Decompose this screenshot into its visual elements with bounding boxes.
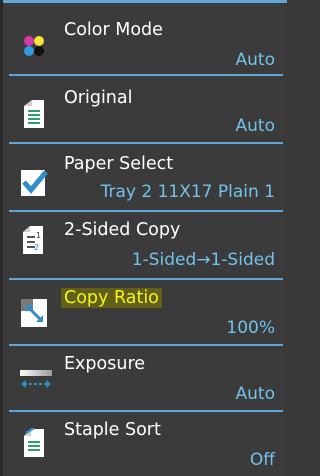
color-mode-label: Color Mode — [64, 20, 163, 40]
copy-ratio-value: 100% — [226, 318, 275, 338]
menu-item-original[interactable]: Original Auto — [9, 78, 283, 144]
top-divider — [3, 0, 287, 3]
svg-text:1: 1 — [36, 231, 41, 240]
original-label: Original — [64, 88, 133, 108]
exposure-icon — [20, 364, 52, 394]
menu-item-exposure[interactable]: Exposure Auto — [9, 348, 283, 412]
staple-sort-icon — [20, 426, 48, 458]
menu-item-color-mode[interactable]: Color Mode Auto — [9, 8, 283, 76]
two-sided-copy-value: 1-Sided→1-Sided — [131, 250, 275, 270]
svg-text:2: 2 — [34, 243, 39, 252]
copy-ratio-icon — [20, 298, 48, 328]
staple-sort-value: Off — [249, 450, 275, 470]
exposure-value: Auto — [235, 384, 275, 404]
menu-item-copy-ratio[interactable]: Copy Ratio 100% — [9, 282, 283, 346]
two-sided-copy-icon: 1 2 — [20, 226, 48, 256]
original-document-icon — [20, 100, 48, 130]
exposure-label: Exposure — [64, 354, 146, 374]
two-sided-copy-label: 2-Sided Copy — [64, 220, 181, 240]
paper-select-value: Tray 2 11X17 Plain 1 — [100, 182, 275, 202]
copy-ratio-label: Copy Ratio — [61, 288, 162, 308]
copy-settings-panel: Color Mode Auto Original Auto Paper Sele… — [0, 0, 287, 476]
color-mode-icon — [20, 32, 48, 62]
menu-item-two-sided-copy[interactable]: 1 2 2-Sided Copy 1-Sided→1-Sided — [9, 214, 283, 280]
paper-select-check-icon — [20, 168, 48, 198]
paper-select-label: Paper Select — [64, 154, 174, 174]
color-mode-value: Auto — [235, 50, 275, 70]
menu-item-staple-sort[interactable]: Staple Sort Off — [9, 414, 283, 476]
menu-item-paper-select[interactable]: Paper Select Tray 2 11X17 Plain 1 — [9, 146, 283, 212]
staple-sort-label: Staple Sort — [64, 420, 161, 440]
original-value: Auto — [235, 116, 275, 136]
